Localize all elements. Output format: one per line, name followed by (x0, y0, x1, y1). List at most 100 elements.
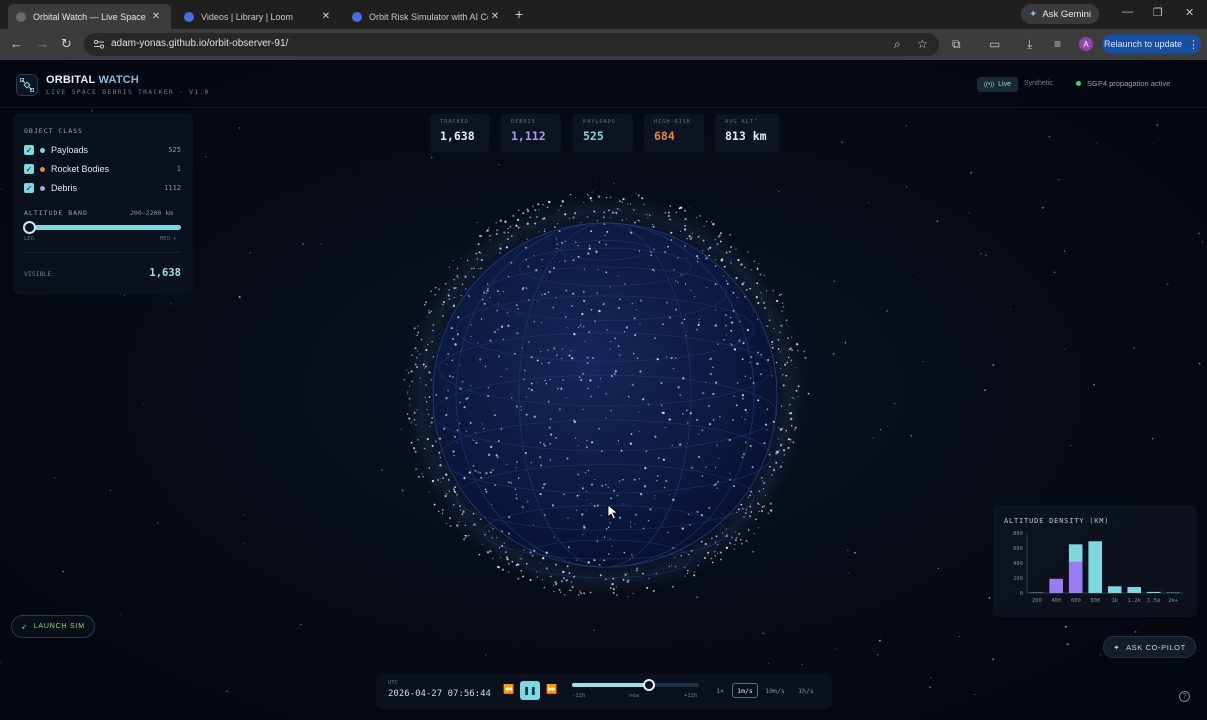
class-row-rocket-bodies[interactable]: ✓ Rocket Bodies 1 (24, 162, 181, 176)
debris-point (588, 247, 591, 250)
bookmark-star-icon[interactable]: ☆ (917, 37, 928, 51)
app-title: ORBITAL WATCH (46, 74, 139, 86)
debris-point (698, 321, 700, 324)
debris-point (785, 429, 787, 432)
tab-title: Orbit Risk Simulator with AI Co (369, 11, 488, 22)
profile-avatar[interactable]: A (1079, 37, 1093, 51)
altitude-slider-track[interactable] (25, 225, 181, 230)
star (244, 543, 246, 545)
extensions-icon[interactable]: ⧉ (952, 37, 961, 52)
live-toggle[interactable]: ((•)) Live (977, 77, 1018, 92)
launch-sim-button[interactable]: ➶ LAUNCH SIM (11, 615, 95, 638)
relaunch-button[interactable]: Relaunch to update ⋮ (1102, 34, 1201, 54)
browser-tab-orbital-watch[interactable]: Orbital Watch — Live Space De ✕ (8, 4, 171, 29)
close-icon[interactable]: ✕ (319, 11, 333, 22)
rewind-icon[interactable]: ⏪ (503, 684, 514, 695)
debris-point (507, 275, 510, 278)
debris-point (496, 229, 499, 232)
star (984, 389, 986, 392)
timeline-scrubber-handle[interactable] (643, 679, 655, 691)
forward-icon[interactable]: → (36, 37, 49, 51)
speed-1m-per-s[interactable]: 1m/s (732, 683, 758, 698)
debris-point (587, 195, 589, 197)
site-settings-icon[interactable] (93, 38, 105, 50)
debris-point (654, 495, 656, 497)
debris-point (566, 397, 568, 399)
speed-1x[interactable]: 1× (713, 683, 727, 698)
cast-icon[interactable]: ▭ (989, 37, 1000, 51)
debris-point (794, 426, 797, 429)
debris-point (501, 545, 504, 547)
synthetic-toggle[interactable]: Synthetic (1024, 80, 1053, 87)
pause-button[interactable]: ❚❚ (520, 681, 540, 700)
star (835, 648, 837, 650)
debris-point (749, 377, 752, 379)
ask-gemini-button[interactable]: ✦ Ask Gemini (1021, 4, 1099, 24)
ask-copilot-button[interactable]: ✦ ASK CO-PILOT (1103, 636, 1196, 658)
browser-tab-loom[interactable]: Videos | Library | Loom ✕ (176, 4, 341, 29)
checkbox-debris[interactable]: ✓ (24, 183, 34, 193)
altitude-density-panel: ALTITUDE DENSITY (KM) 0 200 400 600 800 200 40… (993, 505, 1197, 617)
class-row-debris[interactable]: ✓ Debris 1112 (24, 181, 181, 195)
debris-point (468, 471, 471, 474)
debris-point (546, 206, 549, 209)
debris-point (642, 572, 644, 575)
altitude-slider-handle[interactable] (23, 221, 36, 234)
restore-icon[interactable]: ❐ (1153, 6, 1163, 19)
debris-point (463, 538, 466, 541)
debris-point (631, 383, 634, 387)
debris-point (459, 509, 462, 511)
debris-point (781, 373, 784, 376)
close-window-icon[interactable]: ✕ (1185, 6, 1194, 19)
debris-point (686, 572, 689, 575)
debris-point (641, 197, 644, 200)
address-bar[interactable]: adam-yonas.github.io/orbit-observer-91/ … (84, 33, 939, 56)
debris-point (647, 217, 649, 219)
speed-1h-per-s[interactable]: 1h/s (794, 683, 818, 698)
debris-point (788, 348, 791, 351)
debris-point (674, 557, 676, 559)
debris-point (642, 398, 645, 401)
download-icon[interactable]: ⤓ (1027, 37, 1032, 52)
star (937, 567, 940, 570)
debris-point (549, 459, 551, 461)
debris-point (413, 447, 416, 450)
help-icon[interactable]: ? (1179, 691, 1190, 702)
star (1134, 630, 1137, 633)
reload-icon[interactable]: ↻ (61, 37, 72, 51)
checkbox-payloads[interactable]: ✓ (24, 145, 34, 155)
close-icon[interactable]: ✕ (488, 11, 502, 22)
debris-point (590, 395, 592, 398)
debris-point (792, 441, 795, 444)
checkbox-rocket-bodies[interactable]: ✓ (24, 164, 34, 174)
debris-point (705, 381, 707, 384)
back-icon[interactable]: ← (10, 37, 23, 51)
minimize-icon[interactable]: — (1122, 6, 1133, 18)
x-tick-label: 1.5k (1147, 598, 1161, 604)
debris-point (498, 252, 501, 254)
class-row-payloads[interactable]: ✓ Payloads 525 (24, 143, 181, 157)
star (879, 636, 881, 638)
earth-globe-viewport[interactable] (395, 185, 815, 605)
speed-10m-per-s[interactable]: 10m/s (763, 683, 787, 698)
star (302, 243, 304, 245)
close-icon[interactable]: ✕ (149, 11, 163, 22)
browser-tab-orbit-risk[interactable]: Orbit Risk Simulator with AI Co ✕ (344, 4, 510, 29)
debris-point (723, 265, 726, 268)
debris-point (762, 488, 765, 490)
new-tab-button[interactable]: + (515, 6, 523, 22)
fast-forward-icon[interactable]: ⏩ (546, 684, 557, 695)
debris-point (729, 234, 731, 236)
debris-point (460, 295, 462, 297)
zoom-icon[interactable]: ⌕ (894, 37, 901, 52)
y-tick-label: 800 (1013, 531, 1023, 537)
star (142, 403, 144, 404)
debris-point (521, 288, 524, 291)
debris-point (527, 299, 530, 301)
debris-point (712, 366, 714, 369)
debris-point (485, 230, 487, 232)
debris-point (536, 576, 538, 578)
debris-point (598, 427, 601, 430)
media-controls-icon[interactable]: ≡ (1054, 37, 1061, 51)
debris-point (540, 464, 542, 467)
